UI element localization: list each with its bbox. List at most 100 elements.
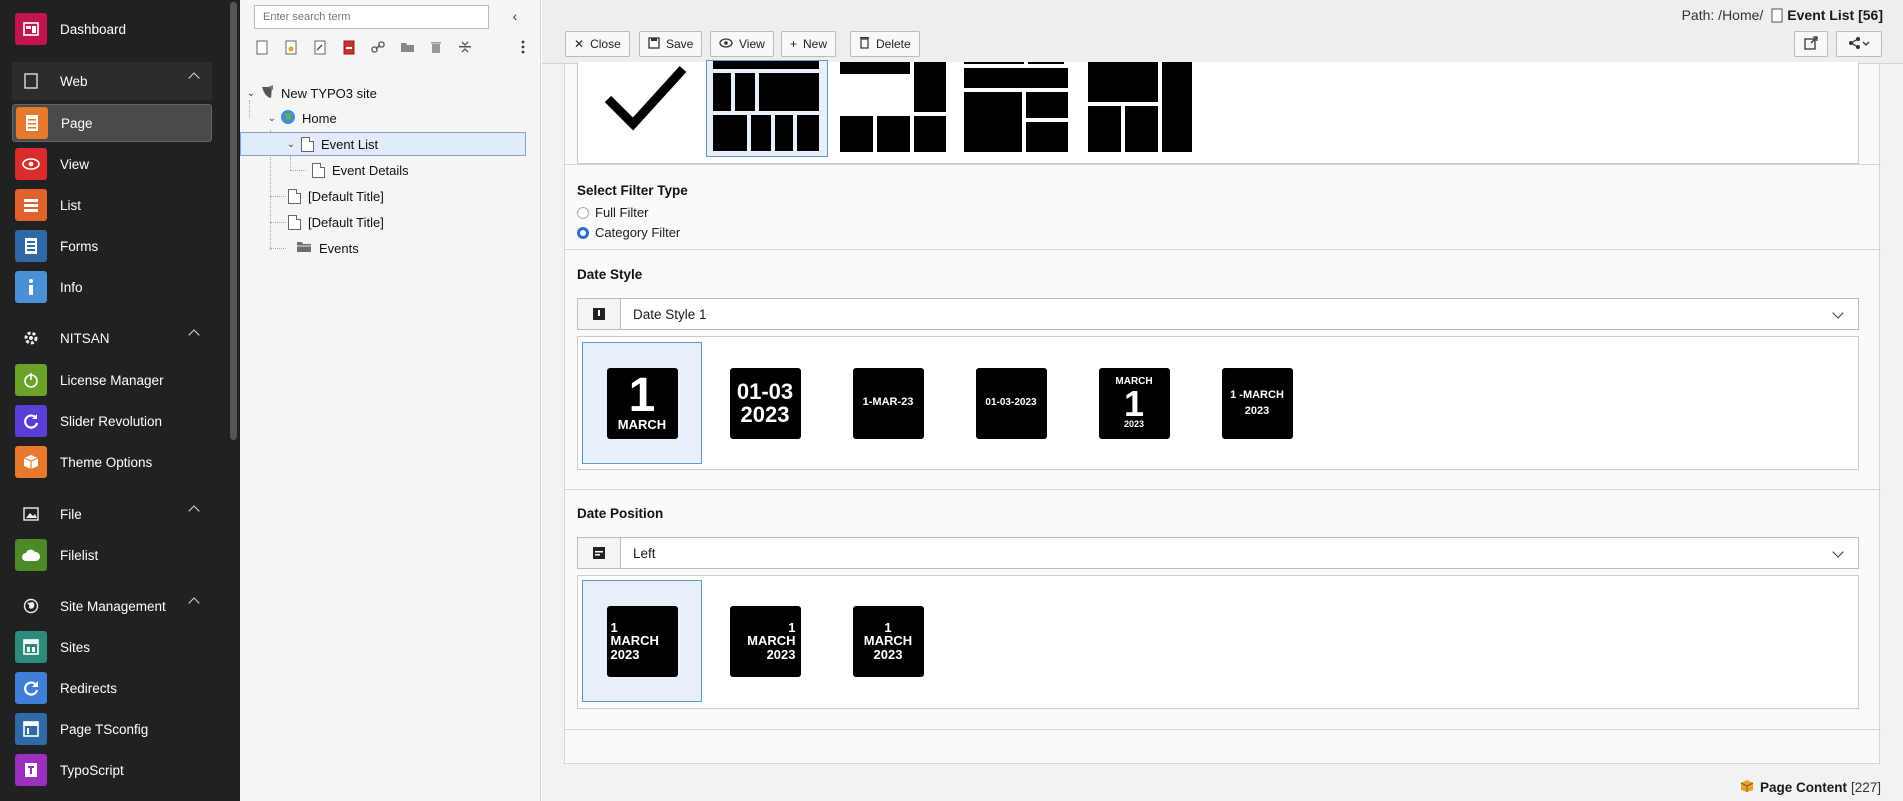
layout-option-blocks[interactable] [960, 62, 1070, 152]
module-label: Page TSconfig [60, 721, 149, 737]
tile-line: 2023 [740, 402, 790, 427]
date-position-option-center[interactable]: 1 MARCH 2023 [828, 580, 948, 702]
page-icon [312, 162, 325, 178]
module-info[interactable]: Info [12, 268, 212, 306]
module-label: Dashboard [60, 21, 127, 37]
image-icon [15, 498, 47, 530]
radio-button[interactable] [577, 226, 589, 239]
module-view[interactable]: View [12, 145, 212, 183]
chevron-down-icon[interactable]: ⌄ [245, 88, 257, 99]
module-menu-scrollbar[interactable] [230, 2, 237, 440]
page-icon [1771, 8, 1783, 23]
date-position-select[interactable]: Left [577, 537, 1859, 569]
tree-node-default-title[interactable]: [Default Title] [284, 210, 384, 234]
checkmark-icon[interactable] [598, 64, 688, 134]
date-style-option-3[interactable]: 1-MAR-23 [828, 342, 948, 464]
module-filelist[interactable]: Filelist [12, 536, 212, 574]
date-position-option-left[interactable]: 1 MARCH 2023 [582, 580, 702, 702]
tree-node-root[interactable]: ⌄ New TYPO3 site [245, 81, 377, 105]
trash-icon[interactable] [428, 38, 444, 56]
collapse-tree-icon[interactable]: ‹ [508, 8, 522, 24]
cloud-icon [15, 539, 47, 571]
layout-option-mixed[interactable] [836, 62, 946, 152]
module-label: View [60, 156, 90, 172]
button-label: New [803, 37, 828, 51]
tree-node-event-list[interactable]: ⌄ Event List [240, 132, 526, 156]
tile-line: 1 -MARCH [1230, 389, 1284, 401]
folder-icon [296, 241, 312, 256]
folder-icon[interactable] [399, 38, 415, 56]
module-page-tsconfig[interactable]: Page TSconfig [12, 710, 212, 748]
box-icon [15, 446, 47, 478]
tree-node-event-details[interactable]: Event Details [308, 158, 409, 182]
tree-node-label: [Default Title] [308, 214, 384, 230]
module-dashboard[interactable]: Dashboard [12, 10, 212, 48]
date-style-option-5[interactable]: MARCH 1 2023 [1074, 342, 1194, 464]
page-icon [288, 214, 301, 230]
group-file[interactable]: File [12, 495, 212, 533]
tree-node-home[interactable]: ⌄ Home [266, 106, 337, 130]
group-nitsan[interactable]: NITSAN [12, 319, 212, 357]
tile-line: 1 [1123, 382, 1145, 424]
date-style-option-4[interactable]: 01-03-2023 [951, 342, 1071, 464]
chevron-down-icon[interactable]: ⌄ [285, 139, 297, 150]
tree-node-events[interactable]: Events [296, 236, 359, 260]
layout-option-grid[interactable] [706, 60, 828, 157]
module-slider-revolution[interactable]: Slider Revolution [12, 402, 212, 440]
delete-button[interactable]: Delete [850, 31, 920, 57]
new-page-icon[interactable] [254, 38, 270, 56]
globe-icon [15, 590, 47, 622]
date-style-option-1[interactable]: 1 MARCH [582, 342, 702, 464]
new-button[interactable]: + New [781, 31, 837, 57]
link-icon[interactable] [370, 38, 386, 56]
new-recycler-icon[interactable] [341, 38, 357, 56]
radio-category-filter[interactable]: Category Filter [577, 225, 680, 240]
module-label: Slider Revolution [60, 413, 163, 429]
date-tile: 1 MARCH 2023 [852, 605, 924, 677]
module-license-manager[interactable]: License Manager [12, 361, 212, 399]
module-page[interactable]: Page [12, 104, 212, 142]
date-style-select[interactable]: Date Style 1 [577, 298, 1859, 330]
module-theme-options[interactable]: Theme Options [12, 443, 212, 481]
module-typoscript[interactable]: TypoScript [12, 751, 212, 789]
open-new-window-button[interactable] [1794, 31, 1828, 57]
new-shortcut-icon[interactable] [312, 38, 328, 56]
module-label: Theme Options [60, 454, 153, 470]
module-list[interactable]: List [12, 186, 212, 224]
group-label: File [60, 506, 82, 522]
module-redirects[interactable]: Redirects [12, 669, 212, 707]
date-position-option-right[interactable]: 1 MARCH 2023 [705, 580, 825, 702]
view-button[interactable]: View [710, 31, 774, 57]
radio-full-filter[interactable]: Full Filter [577, 205, 648, 220]
power-icon [15, 364, 47, 396]
tile-line: MARCH [747, 633, 796, 649]
module-sites[interactable]: Sites [12, 628, 212, 666]
tree-node-default-title[interactable]: [Default Title] [284, 184, 384, 208]
group-web[interactable]: Web [12, 62, 212, 100]
layout-option-columns[interactable] [1084, 62, 1194, 152]
divider-icon[interactable] [457, 38, 473, 56]
date-style-option-6[interactable]: 1 -MARCH 2023 [1197, 342, 1317, 464]
tile-line: 1-MAR-23 [862, 396, 914, 409]
radio-button[interactable] [577, 206, 589, 219]
more-options-icon[interactable] [515, 38, 531, 56]
button-label: Close [590, 37, 621, 51]
group-site-management[interactable]: Site Management [12, 587, 212, 625]
tree-search-input[interactable] [254, 5, 489, 29]
select-value: Date Style 1 [633, 306, 707, 322]
tile-line: MARCH [610, 633, 659, 649]
tile-day: 1 [628, 369, 656, 423]
date-position-section: Date Position Left 1 MARCH 2023 1 MARCH … [565, 490, 1881, 730]
date-position-icon [578, 538, 621, 568]
date-tile: MARCH 1 2023 [1098, 367, 1170, 439]
new-page-special-icon[interactable] [283, 38, 299, 56]
save-button[interactable]: Save [639, 31, 703, 57]
date-style-option-2[interactable]: 01-03 2023 [705, 342, 825, 464]
share-icon [1848, 36, 1870, 52]
module-forms[interactable]: Forms [12, 227, 212, 265]
chevron-down-icon[interactable]: ⌄ [266, 113, 278, 124]
button-label: Delete [876, 37, 911, 51]
date-position-options: 1 MARCH 2023 1 MARCH 2023 1 MARCH 2023 [577, 575, 1859, 709]
share-menu-button[interactable] [1836, 31, 1882, 57]
close-button[interactable]: ✕ Close [565, 31, 630, 57]
